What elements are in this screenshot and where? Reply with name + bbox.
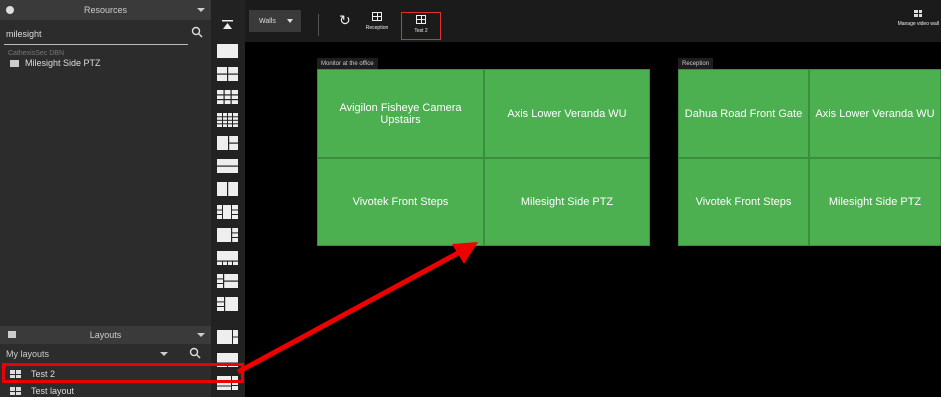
wall-name-tab: Reception [678,58,714,69]
walls-dropdown[interactable]: Walls [249,10,301,32]
manage-video-wall-button[interactable]: Manage video wall [898,10,939,27]
wall-name-tab: Monitor at the office [317,58,378,69]
layouts-filter-value: My layouts [6,349,50,359]
layout-1-plus-3-left-icon[interactable] [217,274,238,288]
layout-3-plus-1-icon[interactable] [217,297,238,311]
layouts-filter-select[interactable]: My layouts [2,345,174,363]
reception-wall-label: Reception [365,25,389,31]
wall-tile[interactable]: Axis Lower Veranda WU [809,69,941,158]
layout-item-label: Test layout [31,386,75,396]
left-panel: Resources CathexisSec DBN Milesight Side… [0,0,211,397]
layout-template-toolbar [211,0,245,397]
layout-icon [10,387,21,395]
collapse-up-icon[interactable] [217,18,238,32]
layout-1-plus-3-icon[interactable] [217,228,238,242]
video-wall-toolbar: Walls ↻ Reception Test 2 Manage video wa… [245,0,941,42]
annotation-highlight-box [2,363,244,383]
wall-tile[interactable]: Milesight Side PTZ [809,158,941,246]
manage-video-wall-label: Manage video wall [897,21,939,27]
layout-1-plus-5-icon[interactable] [217,205,238,219]
layout-icon [372,12,382,21]
layout-4x4-icon[interactable] [217,113,238,127]
wall-tile[interactable]: Milesight Side PTZ [484,158,650,246]
wall-tile[interactable]: Dahua Road Front Gate [678,69,809,158]
layouts-header[interactable]: Layouts [0,326,211,344]
resources-title: Resources [83,5,128,15]
layout-3x3-icon[interactable] [217,90,238,104]
layouts-filter: My layouts [0,345,211,363]
layout-2-rows-icon[interactable] [217,159,238,173]
layouts-title: Layouts [89,330,122,340]
resource-group-label: CathexisSec DBN [8,50,65,57]
test-2-wall-button[interactable]: Test 2 [401,12,441,40]
wall-tile[interactable]: Vivotek Front Steps [678,158,809,246]
resource-item[interactable]: Milesight Side PTZ [10,58,101,68]
wall-tile[interactable]: Avigilon Fisheye Camera Upstairs [317,69,484,158]
wall-reception: Reception Dahua Road Front Gate Axis Low… [678,58,941,246]
chevron-down-icon [160,352,168,356]
wall-monitor-at-the-office: Monitor at the office Avigilon Fisheye C… [317,58,650,246]
camera-icon [10,59,19,67]
chevron-down-icon[interactable] [197,8,205,12]
reception-wall-button[interactable]: Reception [357,12,397,40]
video-wall-area: Walls ↻ Reception Test 2 Manage video wa… [245,0,941,397]
walls-label: Walls [259,17,276,25]
chevron-down-icon [287,19,293,23]
layout-2-cols-icon[interactable] [217,182,238,196]
resources-icon [6,6,14,14]
wall-tile[interactable]: Vivotek Front Steps [317,158,484,246]
layout-icon [416,15,426,24]
layout-1x1-icon[interactable] [217,44,238,58]
resource-search [0,22,211,45]
refresh-icon[interactable]: ↻ [339,12,351,29]
layout-item-test-layout[interactable]: Test layout [10,386,74,396]
layout-1-plus-2-icon[interactable] [217,136,238,150]
layout-2x2-icon[interactable] [217,67,238,81]
search-icon[interactable] [191,26,203,38]
layouts-icon [8,331,16,338]
toolbar-divider [318,14,319,36]
resources-header[interactable]: Resources [0,0,211,20]
test-2-wall-label: Test 2 [414,28,428,34]
chevron-down-icon[interactable] [197,333,205,337]
layout-1-plus-2-right-icon[interactable] [217,330,238,344]
search-icon[interactable] [189,347,201,359]
search-input[interactable] [4,24,188,45]
layout-1-plus-4-bottom-icon[interactable] [217,251,238,265]
resource-item-label: Milesight Side PTZ [25,58,101,68]
video-wall-icon [914,10,923,17]
wall-tile[interactable]: Axis Lower Veranda WU [484,69,650,158]
